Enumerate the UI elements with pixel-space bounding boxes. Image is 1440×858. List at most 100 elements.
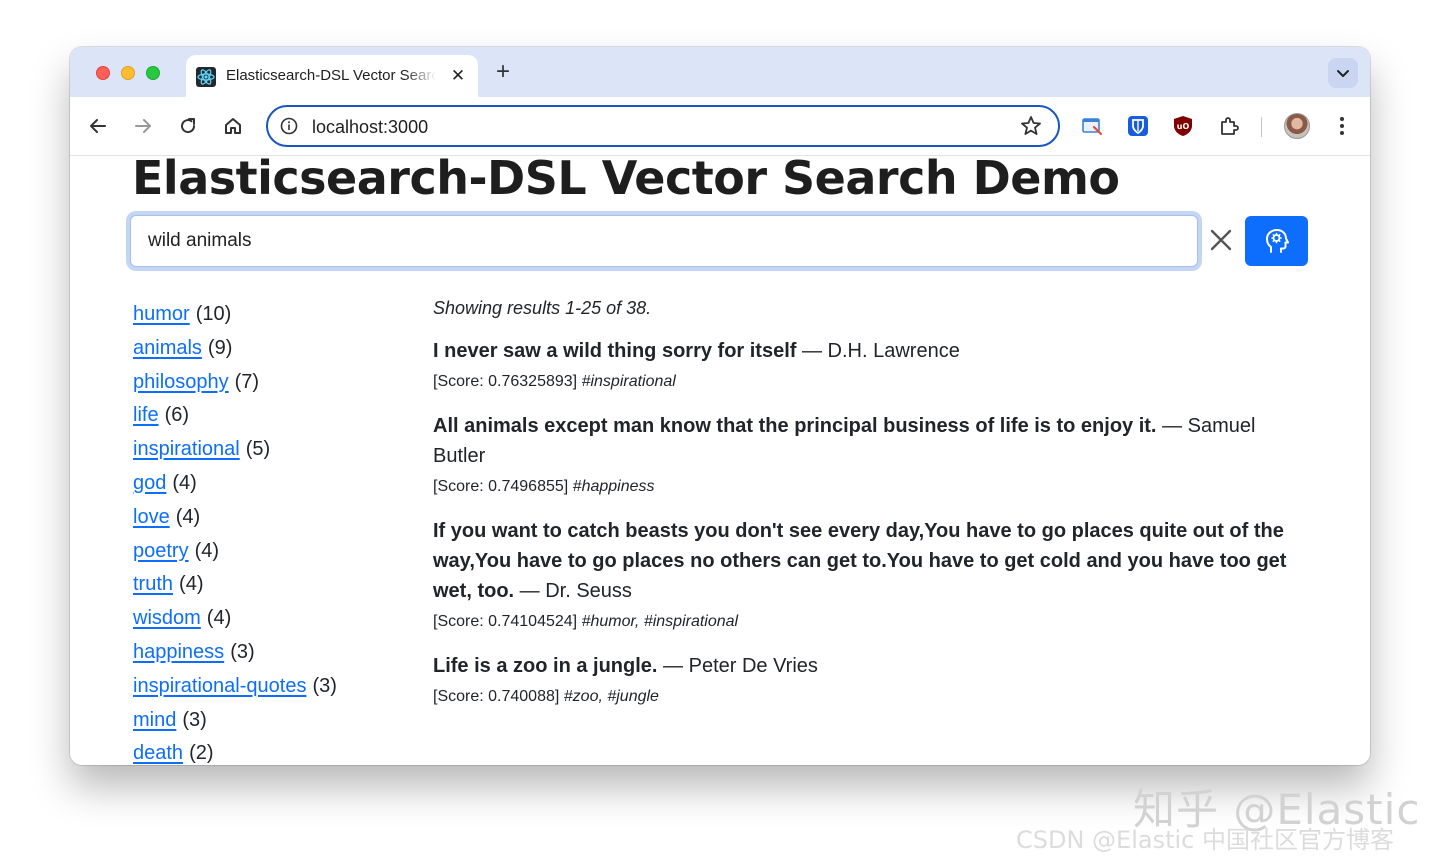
reload-button[interactable]: [176, 114, 200, 138]
tag-count: (7): [234, 370, 260, 393]
tag-link[interactable]: life: [133, 404, 159, 426]
quote-text: All animals except man know that the pri…: [433, 415, 1157, 437]
tag-link[interactable]: inspirational: [133, 438, 240, 460]
result-score: [Score: 0.740088]: [433, 688, 560, 705]
result-meta: [Score: 0.740088] #zoo, #jungle: [433, 687, 1313, 707]
tag-link[interactable]: humor: [133, 303, 190, 325]
result-tags: #humor, #inspirational: [581, 613, 739, 630]
results-list: Showing results 1-25 of 38. I never saw …: [433, 298, 1313, 726]
tag-item: philosophy (7): [133, 368, 413, 402]
tag-link[interactable]: truth: [133, 573, 173, 595]
address-bar[interactable]: localhost:3000: [266, 105, 1060, 147]
clear-search-button[interactable]: [1208, 227, 1234, 253]
tag-link[interactable]: inspirational-quotes: [133, 675, 306, 697]
tab-close-icon[interactable]: ✕: [448, 66, 468, 86]
svg-text:uO: uO: [1177, 122, 1190, 131]
arrow-right-icon: [135, 119, 151, 133]
result-quote: All animals except man know that the pri…: [433, 411, 1313, 471]
bookmark-star-icon[interactable]: [1020, 115, 1042, 137]
tag-item: humor (10): [133, 300, 413, 334]
close-window-button[interactable]: [96, 66, 110, 80]
tab-search-button[interactable]: [1328, 58, 1358, 88]
tag-count: (4): [172, 471, 197, 494]
watermark-csdn: CSDN @Elastic 中国社区官方博客: [1016, 826, 1394, 854]
title-bar: Elasticsearch-DSL Vector Search Demo ✕ +: [70, 47, 1370, 97]
tag-count: (2): [189, 742, 214, 765]
tag-item: death (2): [133, 739, 413, 765]
tag-item: love (4): [133, 503, 413, 537]
tag-item: truth (4): [133, 570, 413, 604]
results-summary: Showing results 1-25 of 38.: [433, 298, 652, 318]
url-text: localhost:3000: [312, 117, 429, 137]
tag-link[interactable]: happiness: [133, 641, 224, 663]
tag-link[interactable]: animals: [133, 337, 202, 359]
tag-count: (4): [175, 505, 201, 528]
tag-link[interactable]: philosophy: [133, 371, 229, 393]
tab-title: Elasticsearch-DSL Vector Search Demo: [226, 67, 436, 84]
psychology-head-icon: [1265, 229, 1289, 253]
result-meta: [Score: 0.7496855] #happiness: [433, 477, 1313, 497]
result-tags: #zoo, #jungle: [563, 688, 659, 705]
arrow-left-icon: [90, 119, 106, 133]
tag-item: god (4): [133, 469, 413, 503]
result-quote: I never saw a wild thing sorry for itsel…: [433, 336, 1313, 366]
profile-avatar[interactable]: [1284, 113, 1310, 139]
tag-link[interactable]: mind: [133, 709, 176, 731]
tag-link[interactable]: god: [133, 472, 166, 494]
result-score: [Score: 0.76325893]: [433, 373, 578, 390]
search-input[interactable]: [148, 230, 1048, 252]
close-icon: [1210, 229, 1232, 251]
result-item: If you want to catch beasts you don't se…: [433, 516, 1313, 632]
result-item: I never saw a wild thing sorry for itsel…: [433, 336, 1313, 392]
maximize-window-button[interactable]: [146, 66, 160, 80]
back-button[interactable]: [86, 114, 110, 138]
result-score: [Score: 0.7496855]: [433, 478, 569, 495]
result-meta: [Score: 0.74104524] #humor, #inspiration…: [433, 612, 1313, 632]
quote-author: — D.H. Lawrence: [802, 340, 960, 362]
new-tab-button[interactable]: +: [490, 60, 516, 86]
menu-kebab-icon[interactable]: [1330, 114, 1354, 138]
tag-link[interactable]: death: [133, 742, 183, 764]
tag-count: (4): [194, 539, 220, 562]
tag-count: (3): [312, 674, 337, 697]
quote-text: I never saw a wild thing sorry for itsel…: [433, 340, 797, 362]
page-title: Elasticsearch-DSL Vector Search Demo: [132, 157, 1120, 205]
tag-count: (4): [206, 607, 232, 630]
tag-count: (5): [245, 438, 271, 461]
tag-sidebar: humor (10) animals (9) philosophy (7) life(…: [133, 300, 413, 765]
result-tags: #inspirational: [581, 373, 676, 390]
tag-item: animals (9): [133, 334, 413, 368]
ublock-origin-icon[interactable]: uO: [1171, 114, 1195, 138]
result-quote: Life is a zoo in a jungle. — Peter De Vr…: [433, 651, 1313, 681]
tag-link[interactable]: poetry: [133, 540, 189, 562]
tag-item: inspirational (5): [133, 435, 413, 469]
browser-tab[interactable]: Elasticsearch-DSL Vector Search Demo ✕: [186, 55, 478, 97]
browser-toolbar: localhost:3000 uO: [70, 97, 1370, 156]
forward-button[interactable]: [131, 114, 155, 138]
tag-count: (6): [164, 404, 190, 427]
minimize-window-button[interactable]: [121, 66, 135, 80]
search-button[interactable]: [1245, 216, 1308, 266]
home-button[interactable]: [221, 114, 245, 138]
extensions-puzzle-icon[interactable]: [1217, 114, 1241, 138]
tag-item: happiness (3): [133, 638, 413, 672]
result-score: [Score: 0.74104524]: [433, 613, 578, 630]
site-info-icon[interactable]: [280, 117, 298, 135]
tag-count: (3): [182, 708, 207, 731]
tag-count: (3): [230, 640, 255, 663]
tag-item: inspirational-quotes (3): [133, 672, 413, 706]
result-item: All animals except man know that the pri…: [433, 411, 1313, 497]
tag-count: (4): [179, 573, 204, 596]
home-icon: [225, 118, 241, 134]
result-item: Life is a zoo in a jungle. — Peter De Vr…: [433, 651, 1313, 707]
bitwarden-icon[interactable]: [1126, 114, 1150, 138]
toolbar-separator: [1261, 117, 1262, 137]
chevron-down-icon: [1337, 70, 1349, 77]
tag-link[interactable]: wisdom: [133, 607, 201, 629]
tag-count: (9): [207, 336, 233, 359]
next-result-clipped: [433, 753, 1273, 765]
tag-link[interactable]: love: [133, 506, 170, 528]
search-box[interactable]: [130, 215, 1198, 267]
quote-author: — Peter De Vries: [663, 655, 818, 677]
extension-screenshot-icon[interactable]: [1080, 114, 1104, 138]
